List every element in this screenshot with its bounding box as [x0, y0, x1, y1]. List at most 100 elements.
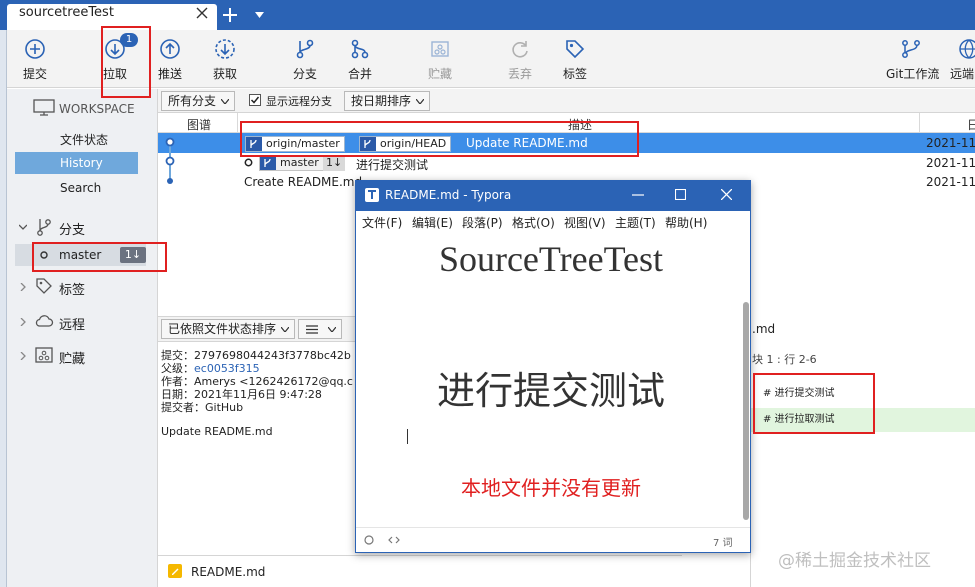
changed-file-name[interactable]: README.md — [191, 565, 265, 579]
menu-file[interactable]: 文件(F) — [362, 214, 402, 231]
remote-button[interactable]: 远端 — [950, 36, 975, 86]
word-count: 7 词 — [713, 538, 733, 549]
close-icon[interactable] — [196, 7, 208, 19]
typora-scrollbar[interactable] — [743, 302, 749, 520]
show-remote-checkbox[interactable] — [249, 94, 261, 106]
detail-label: 提交者： — [161, 401, 205, 414]
ref-label: master — [280, 156, 319, 169]
sidebar-section-remotes[interactable]: 远程 — [59, 314, 85, 333]
column-divider — [237, 113, 238, 133]
commit-date: 2021-11 — [926, 156, 975, 170]
chevron-down-icon[interactable] — [19, 223, 27, 231]
window-edge — [0, 0, 7, 587]
chevron-right-icon[interactable] — [19, 283, 27, 291]
current-branch-icon — [244, 158, 253, 167]
commit-message: Create README.md — [244, 175, 363, 189]
discard-label: 丢弃 — [507, 67, 532, 81]
highlight-master-branch — [32, 242, 167, 272]
branch-button[interactable]: 分支 — [280, 36, 330, 86]
sort-value: 按日期排序 — [351, 94, 412, 108]
column-header-date[interactable]: 日 — [967, 116, 975, 133]
merge-button[interactable]: 合并 — [335, 36, 385, 86]
fetch-label: 获取 — [212, 67, 237, 81]
branch-label: 分支 — [292, 67, 317, 81]
show-remote-label: 显示远程分支 — [266, 95, 332, 108]
push-icon — [160, 39, 180, 59]
typora-status-bar — [356, 527, 750, 552]
chevron-right-icon[interactable] — [19, 318, 27, 326]
commit-message: 进行提交测试 — [356, 158, 429, 172]
push-label: 推送 — [157, 67, 182, 81]
column-header-graph[interactable]: 图谱 — [187, 116, 211, 133]
stash-button[interactable]: 贮藏 — [415, 36, 465, 86]
diff-file-name: .md — [752, 322, 776, 336]
detail-committer: 提交者：GitHub — [161, 399, 243, 415]
text-cursor — [407, 429, 408, 444]
chevron-down-icon — [328, 327, 336, 332]
globe-icon — [959, 39, 975, 59]
typora-app-icon — [365, 188, 379, 202]
commit-icon — [25, 39, 45, 59]
file-sort-select[interactable]: 已依照文件状态排序 — [161, 319, 295, 339]
sidebar-item-file-status[interactable]: 文件状态 — [60, 131, 108, 148]
committer-value: GitHub — [205, 401, 244, 414]
merge-icon — [351, 39, 369, 59]
menu-paragraph[interactable]: 段落(P) — [462, 214, 503, 231]
ref-badge[interactable]: master — [259, 155, 324, 171]
chevron-right-icon[interactable] — [19, 352, 27, 360]
add-tab-icon[interactable] — [222, 7, 238, 23]
minimize-icon[interactable] — [632, 194, 644, 196]
modified-file-icon — [168, 564, 182, 578]
fetch-button[interactable]: 获取 — [200, 36, 250, 86]
sidebar-item-search[interactable]: Search — [60, 181, 101, 195]
highlight-pull-button — [101, 26, 151, 98]
discard-icon — [512, 41, 528, 58]
menu-theme[interactable]: 主题(T) — [615, 214, 656, 231]
menu-format[interactable]: 格式(O) — [512, 214, 555, 231]
sort-select[interactable]: 按日期排序 — [344, 91, 430, 111]
git-flow-button[interactable]: Git工作流 — [886, 36, 940, 86]
menu-help[interactable]: 帮助(H) — [665, 214, 707, 231]
sidebar-section-tags[interactable]: 标签 — [59, 279, 85, 298]
branch-icon — [35, 217, 53, 237]
column-divider — [919, 113, 920, 133]
repo-tab-label: sourcetreeTest — [19, 5, 114, 20]
tab-menu-icon[interactable] — [255, 12, 264, 18]
document-heading-2: 进行提交测试 — [436, 369, 665, 413]
chevron-down-icon — [281, 327, 289, 332]
stash-icon — [431, 41, 449, 57]
commit-date: 2021-11 — [926, 136, 975, 150]
merge-label: 合并 — [347, 67, 372, 81]
maximize-icon[interactable] — [675, 189, 686, 200]
ahead-behind-badge: 1↓ — [323, 155, 346, 171]
view-mode-select[interactable] — [298, 319, 342, 339]
git-flow-icon — [902, 40, 920, 58]
commit-full-message: Update README.md — [161, 425, 273, 438]
commit-button[interactable]: 提交 — [10, 36, 60, 86]
sidebar-section-stashes[interactable]: 贮藏 — [59, 348, 85, 367]
tag-icon — [35, 277, 53, 295]
source-code-icon[interactable] — [388, 535, 400, 545]
menu-edit[interactable]: 编辑(E) — [412, 214, 453, 231]
sidebar-section-branches[interactable]: 分支 — [59, 219, 85, 238]
branch-filter-select[interactable]: 所有分支 — [161, 91, 235, 111]
git-flow-label: Git工作流 — [886, 67, 940, 81]
highlight-origin-refs — [240, 121, 639, 157]
push-button[interactable]: 推送 — [145, 36, 195, 86]
chevron-down-icon — [221, 99, 229, 104]
discard-button[interactable]: 丢弃 — [495, 36, 545, 86]
remote-label: 远端 — [950, 67, 975, 81]
branch-icon — [260, 156, 276, 170]
branch-filter-value: 所有分支 — [168, 94, 217, 108]
hunk-header: 块 1 : 行 2-6 — [752, 353, 817, 366]
highlight-diff-lines — [753, 373, 875, 434]
tag-button[interactable]: 标签 — [550, 36, 600, 86]
outline-toggle-icon[interactable] — [364, 535, 374, 545]
monitor-icon — [33, 99, 55, 117]
commit-date: 2021-11 — [926, 175, 975, 189]
menu-view[interactable]: 视图(V) — [564, 214, 606, 231]
tag-label: 标签 — [562, 67, 587, 81]
annotation-note: 本地文件并没有更新 — [461, 476, 641, 500]
branch-icon — [296, 39, 314, 59]
close-icon[interactable] — [721, 189, 732, 200]
